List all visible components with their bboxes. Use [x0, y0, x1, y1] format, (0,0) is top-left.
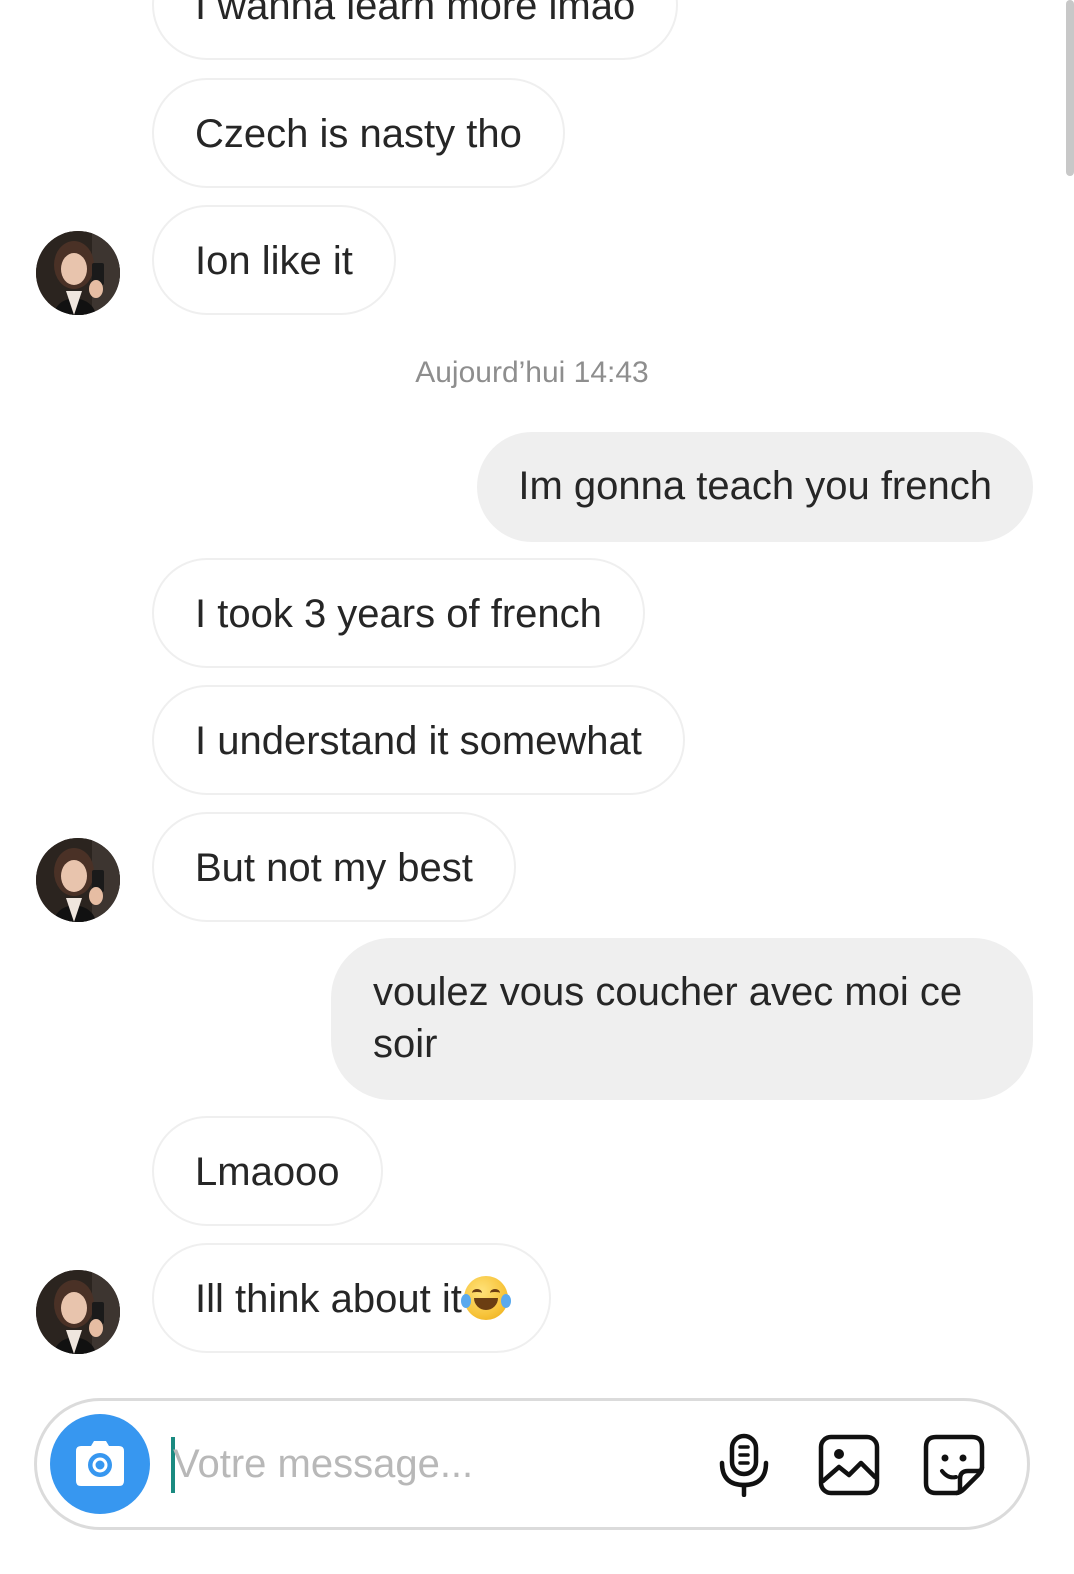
avatar[interactable] — [36, 1270, 120, 1354]
avatar[interactable] — [36, 838, 120, 922]
message-text: Czech is nasty tho — [195, 112, 522, 156]
avatar-photo — [36, 1270, 120, 1354]
message-bubble-incoming[interactable]: But not my best — [152, 812, 516, 922]
scrollbar[interactable] — [1066, 0, 1074, 176]
message-bubble-incoming[interactable]: I understand it somewhat — [152, 685, 685, 795]
message-text: Lmaooo — [195, 1150, 340, 1194]
message-bubble-incoming[interactable]: Ion like it — [152, 205, 396, 315]
message-composer — [34, 1398, 1030, 1530]
message-bubble-outgoing[interactable]: voulez vous coucher avec moi ce soir — [331, 938, 1033, 1100]
message-thread[interactable]: I wanna learn more lmao Czech is nasty t… — [0, 0, 1074, 1390]
message-text: Im gonna teach you french — [518, 464, 992, 508]
message-text: I wanna learn more lmao — [195, 0, 636, 28]
message-bubble-incoming[interactable]: Ill think about it — [152, 1243, 551, 1353]
message-bubble-outgoing[interactable]: Im gonna teach you french — [477, 432, 1033, 542]
message-text: I took 3 years of french — [195, 592, 602, 636]
avatar-photo — [36, 838, 120, 922]
face-with-tears-of-joy-icon — [460, 1276, 511, 1320]
sticker-button[interactable] — [922, 1433, 986, 1497]
message-bubble-incoming[interactable]: Czech is nasty tho — [152, 78, 565, 188]
gallery-button[interactable] — [817, 1433, 881, 1497]
message-text: I understand it somewhat — [195, 719, 642, 763]
message-text: Ill think about it — [195, 1277, 462, 1321]
gallery-icon — [818, 1434, 880, 1496]
message-bubble-incoming[interactable]: I wanna learn more lmao — [152, 0, 679, 60]
message-text: voulez vous coucher avec moi ce soir — [373, 970, 963, 1066]
message-input[interactable] — [173, 1431, 693, 1497]
avatar[interactable] — [36, 231, 120, 315]
message-bubble-incoming[interactable]: Lmaooo — [152, 1116, 383, 1226]
avatar-photo — [36, 231, 120, 315]
microphone-button[interactable] — [712, 1433, 776, 1498]
camera-icon — [76, 1441, 124, 1486]
date-divider: Aujourd’hui 14:43 — [415, 356, 649, 389]
camera-button[interactable] — [50, 1414, 150, 1514]
message-text: But not my best — [195, 846, 473, 890]
message-text: Ion like it — [195, 239, 353, 283]
microphone-icon — [719, 1433, 769, 1498]
message-bubble-incoming[interactable]: I took 3 years of french — [152, 558, 645, 668]
sticker-icon — [923, 1434, 985, 1496]
